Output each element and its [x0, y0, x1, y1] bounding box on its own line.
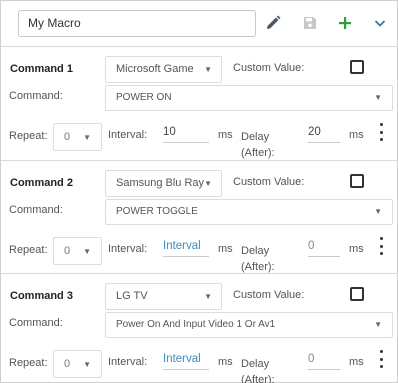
command-title: Command 3 — [10, 290, 73, 302]
device-select-value: Microsoft Game — [116, 63, 194, 75]
command-title: Command 1 — [10, 63, 73, 75]
interval-input[interactable]: Interval — [163, 348, 209, 370]
interval-unit: ms — [218, 129, 233, 141]
interval-input[interactable]: Interval — [163, 235, 209, 257]
repeat-select-value: 0 — [64, 358, 71, 370]
delay-unit: ms — [349, 129, 364, 141]
interval-label: Interval: — [108, 129, 148, 141]
divider — [1, 160, 398, 161]
command-row-2: Command 2 Samsung Blu Ray ▼ Custom Value:… — [1, 167, 398, 279]
command-label: Command: — [9, 204, 63, 216]
more-options-icon[interactable] — [375, 237, 387, 255]
plus-icon[interactable] — [335, 13, 355, 33]
device-select-value: Samsung Blu Ray — [116, 177, 205, 189]
caret-down-icon: ▼ — [204, 179, 212, 188]
caret-down-icon: ▼ — [374, 320, 382, 329]
delay-label-line2: (After): — [241, 374, 275, 383]
macro-editor-panel: My Macro Command 1 Microsoft Game ▼ Custo… — [0, 0, 398, 383]
interval-unit: ms — [218, 243, 233, 255]
divider — [1, 273, 398, 274]
delay-label-line1: Delay — [241, 245, 270, 257]
delay-label: Delay (After): — [241, 129, 275, 161]
command-title: Command 2 — [10, 177, 73, 189]
more-options-icon[interactable] — [375, 123, 387, 141]
custom-value-checkbox[interactable] — [350, 60, 364, 74]
macro-name-input[interactable]: My Macro — [18, 10, 256, 37]
caret-down-icon: ▼ — [374, 207, 382, 216]
delay-unit: ms — [349, 243, 364, 255]
repeat-select-value: 0 — [64, 245, 71, 257]
interval-unit: ms — [218, 356, 233, 368]
command-select[interactable]: Power On And Input Video 1 Or Av1 ▼ — [105, 312, 393, 338]
delay-unit: ms — [349, 356, 364, 368]
more-options-icon[interactable] — [375, 350, 387, 368]
delay-input[interactable]: 20 — [308, 121, 340, 143]
caret-down-icon: ▼ — [83, 360, 91, 369]
device-select-value: LG TV — [116, 290, 148, 302]
repeat-label: Repeat: — [9, 130, 48, 142]
delay-input[interactable]: 0 — [308, 348, 340, 370]
device-select[interactable]: LG TV ▼ — [105, 283, 222, 310]
caret-down-icon: ▼ — [204, 65, 212, 74]
custom-value-label: Custom Value: — [233, 62, 305, 74]
command-select[interactable]: POWER TOGGLE ▼ — [105, 199, 393, 225]
repeat-select-value: 0 — [64, 131, 71, 143]
pencil-icon[interactable] — [263, 13, 283, 33]
custom-value-label: Custom Value: — [233, 176, 305, 188]
delay-label-line2: (After): — [241, 261, 275, 273]
device-select[interactable]: Microsoft Game ▼ — [105, 56, 222, 83]
caret-down-icon: ▼ — [374, 93, 382, 102]
custom-value-label: Custom Value: — [233, 289, 305, 301]
chevron-down-icon[interactable] — [370, 13, 390, 33]
repeat-select[interactable]: 0 ▼ — [53, 237, 102, 265]
delay-label: Delay (After): — [241, 356, 275, 383]
interval-input[interactable]: 10 — [163, 121, 209, 143]
custom-value-checkbox[interactable] — [350, 174, 364, 188]
custom-value-checkbox[interactable] — [350, 287, 364, 301]
delay-label-line1: Delay — [241, 131, 270, 143]
repeat-label: Repeat: — [9, 357, 48, 369]
divider — [1, 46, 398, 47]
interval-label: Interval: — [108, 243, 148, 255]
command-select-value: POWER ON — [116, 92, 172, 103]
command-label: Command: — [9, 90, 63, 102]
device-select[interactable]: Samsung Blu Ray ▼ — [105, 170, 222, 197]
caret-down-icon: ▼ — [83, 247, 91, 256]
delay-label-line2: (After): — [241, 147, 275, 159]
command-select[interactable]: POWER ON ▼ — [105, 85, 393, 111]
interval-label: Interval: — [108, 356, 148, 368]
repeat-label: Repeat: — [9, 244, 48, 256]
command-row-3: Command 3 LG TV ▼ Custom Value: Command: … — [1, 280, 398, 383]
command-select-value: POWER TOGGLE — [116, 206, 198, 217]
command-label: Command: — [9, 317, 63, 329]
save-icon — [300, 13, 320, 33]
caret-down-icon: ▼ — [83, 133, 91, 142]
delay-label-line1: Delay — [241, 358, 270, 370]
command-select-value: Power On And Input Video 1 Or Av1 — [116, 319, 276, 330]
delay-input[interactable]: 0 — [308, 235, 340, 257]
caret-down-icon: ▼ — [204, 292, 212, 301]
delay-label: Delay (After): — [241, 243, 275, 275]
repeat-select[interactable]: 0 ▼ — [53, 350, 102, 378]
repeat-select[interactable]: 0 ▼ — [53, 123, 102, 151]
command-row-1: Command 1 Microsoft Game ▼ Custom Value: … — [1, 53, 398, 165]
